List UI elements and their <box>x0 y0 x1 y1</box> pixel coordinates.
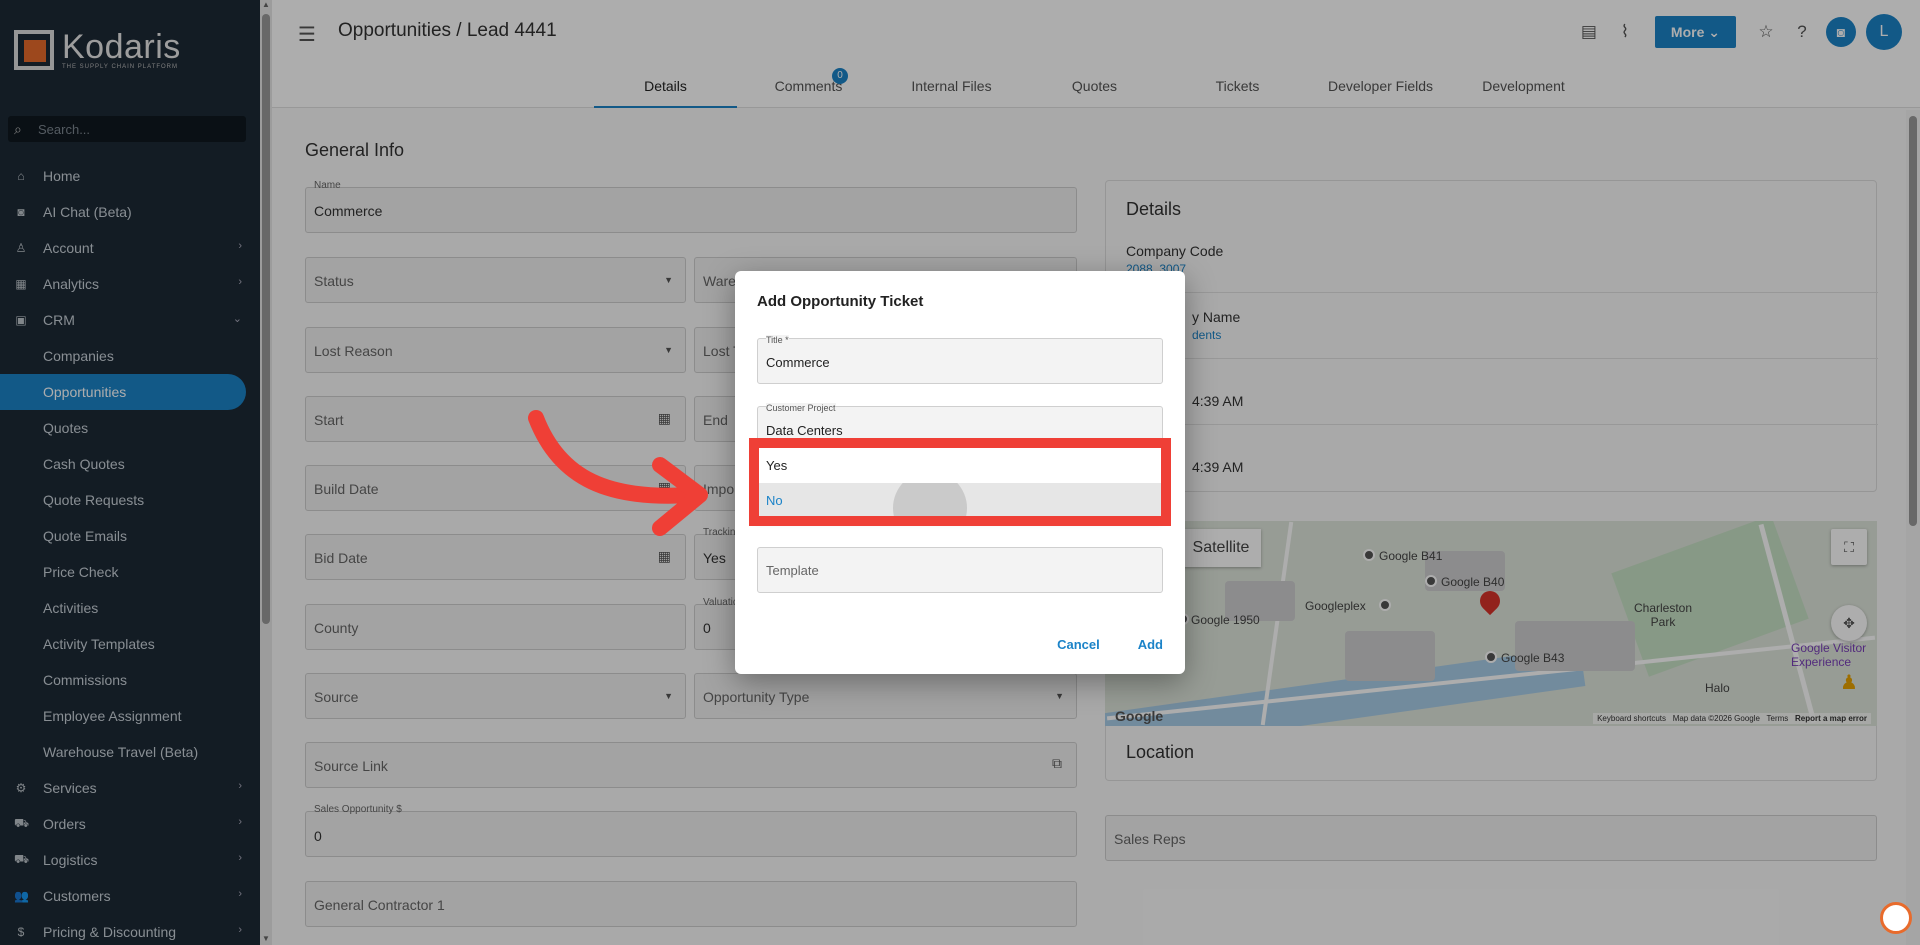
template-select[interactable]: Template <box>757 547 1163 593</box>
field-label: Customer Project <box>766 403 836 413</box>
cancel-button[interactable]: Cancel <box>1057 637 1100 652</box>
add-button[interactable]: Add <box>1138 637 1163 652</box>
ticket-title-field[interactable]: Title * Commerce <box>757 335 1163 384</box>
field-placeholder: Template <box>766 563 819 578</box>
field-value: Commerce <box>766 355 830 370</box>
highlight-box <box>749 438 1171 526</box>
chat-support-icon[interactable] <box>1880 902 1912 934</box>
dialog-actions: Cancel Add <box>1019 637 1163 652</box>
annotation-arrow-icon <box>528 410 708 536</box>
field-label: Title * <box>766 335 789 345</box>
app-root: Kodaris THE SUPPLY CHAIN PLATFORM ⌕ ⌂ Ho… <box>0 0 1920 945</box>
field-value: Data Centers <box>766 423 843 438</box>
dialog-title: Add Opportunity Ticket <box>757 293 924 310</box>
